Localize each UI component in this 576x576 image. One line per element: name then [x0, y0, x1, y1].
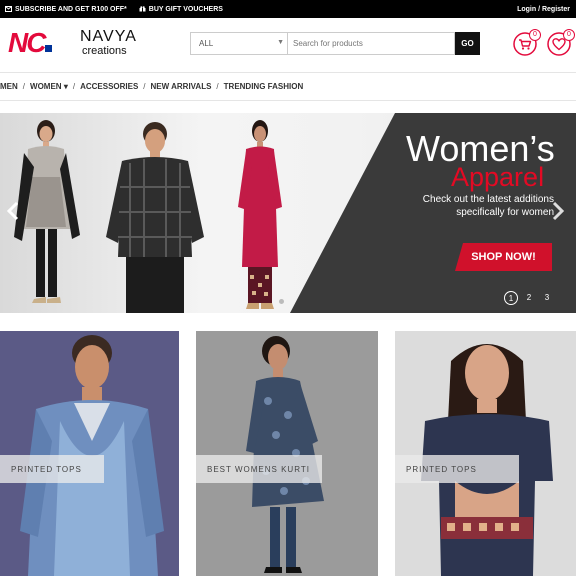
site-header: NC NAVYA creations ALL ▼ GO 0 0: [0, 18, 576, 72]
search-input[interactable]: [287, 32, 455, 55]
chevron-right-icon[interactable]: [551, 201, 565, 221]
cart-button[interactable]: 0: [513, 29, 541, 56]
chevron-down-icon: ▼: [277, 39, 284, 46]
slide-indicator-dot[interactable]: [279, 299, 284, 304]
brand-logo[interactable]: NC NAVYA creations: [8, 26, 148, 60]
banner-copy-line: Check out the latest additions: [422, 194, 554, 205]
nav-item-women[interactable]: WOMEN ▾: [30, 82, 68, 91]
subscribe-promo[interactable]: SUBSCRIBE AND GET R100 OFF*: [5, 6, 127, 13]
model-photo: [106, 122, 204, 313]
category-tile[interactable]: BEST WOMENS KURTI: [196, 331, 378, 576]
wishlist-count-badge: 0: [563, 29, 575, 41]
nav-item-men[interactable]: MEN: [0, 82, 18, 91]
wishlist-button[interactable]: 0: [547, 29, 575, 56]
hero-banner[interactable]: Women’s Apparel Check out the latest add…: [0, 113, 576, 313]
category-select[interactable]: ALL ▼: [190, 32, 287, 55]
main-nav: MEN / WOMEN ▾ / ACCESSORIES / NEW ARRIVA…: [0, 72, 576, 101]
logo-subtitle: creations: [82, 45, 127, 57]
nav-item-new-arrivals[interactable]: NEW ARRIVALS: [151, 82, 212, 91]
model-photo: [238, 120, 282, 309]
login-register-link[interactable]: Login / Register: [517, 0, 570, 18]
model-photo: [246, 336, 324, 573]
gift-voucher-link[interactable]: BUY GIFT VOUCHERS: [139, 6, 223, 13]
nav-separator: /: [216, 82, 219, 91]
gift-voucher-text: BUY GIFT VOUCHERS: [148, 5, 223, 13]
nav-item-trending-fashion[interactable]: TRENDING FASHION: [224, 82, 304, 91]
subscribe-promo-text: SUBSCRIBE AND GET R100 OFF*: [15, 5, 127, 13]
category-label: BEST WOMENS KURTI: [196, 455, 322, 483]
logo-mark: NC: [8, 29, 53, 57]
banner-subheadline: Apparel: [451, 162, 545, 192]
envelope-icon: [5, 6, 12, 12]
slide-page-2[interactable]: 2: [522, 291, 536, 305]
shop-now-button[interactable]: SHOP NOW!: [455, 243, 552, 271]
nav-separator: /: [22, 82, 26, 91]
nav-separator: /: [72, 82, 76, 91]
logo-name: NAVYA: [80, 28, 137, 45]
nav-item-women-label: WOMEN: [30, 82, 62, 91]
model-photo: [14, 120, 80, 303]
banner-copy-line: specifically for women: [456, 207, 554, 218]
slide-page-3[interactable]: 3: [540, 291, 554, 305]
search-bar: ALL ▼ GO: [190, 32, 480, 55]
chevron-left-icon[interactable]: [6, 201, 20, 221]
top-bar: SUBSCRIBE AND GET R100 OFF* BUY GIFT VOU…: [0, 0, 576, 18]
slide-pager: 1 2 3: [504, 291, 558, 305]
category-label: PRINTED TOPS: [395, 455, 519, 483]
slide-page-1[interactable]: 1: [504, 291, 518, 305]
chevron-down-icon: ▾: [63, 82, 68, 91]
banner-copy: Check out the latest additions specifica…: [400, 193, 554, 219]
model-photo: [20, 335, 164, 576]
gift-icon: [139, 6, 146, 12]
cart-count-badge: 0: [529, 29, 541, 41]
search-go-button[interactable]: GO: [455, 32, 480, 55]
nav-item-accessories[interactable]: ACCESSORIES: [80, 82, 138, 91]
nav-separator: /: [143, 82, 146, 91]
category-tile[interactable]: PRINTED TOPS: [0, 331, 179, 576]
category-tile[interactable]: PRINTED TOPS: [395, 331, 576, 576]
model-photo: [421, 344, 553, 576]
category-label: PRINTED TOPS: [0, 455, 104, 483]
category-select-value: ALL: [199, 39, 214, 48]
